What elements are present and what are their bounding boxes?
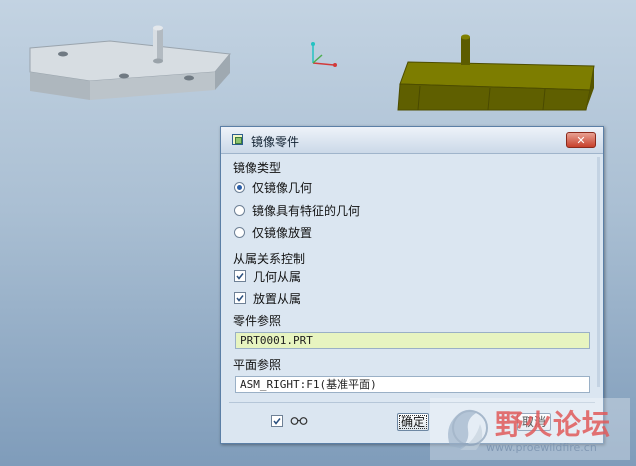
option-label: 仅镜像放置	[252, 225, 313, 240]
radio-checked-icon[interactable]	[234, 181, 245, 193]
watermark-url: www.proewildfire.cn	[486, 441, 597, 454]
radio-mirror-geometry-only[interactable]: 仅镜像几何	[234, 179, 312, 195]
checkbox-checked-icon[interactable]	[234, 292, 246, 304]
option-label: 放置从属	[253, 291, 302, 306]
axis-triad-icon	[311, 42, 337, 67]
checkbox-geometry-dependent[interactable]: 几何从属	[234, 268, 301, 284]
checkbox-placement-dependent[interactable]: 放置从属	[234, 290, 301, 306]
plane-reference-field[interactable]: ASM_RIGHT:F1(基准平面)	[235, 376, 590, 393]
mirrored-part[interactable]	[397, 34, 595, 111]
option-label: 仅镜像几何	[252, 180, 313, 195]
watermark-title: 野火论坛	[495, 408, 612, 441]
dependency-control-label: 从属关系控制	[233, 252, 306, 266]
radio-mirror-placement-only[interactable]: 仅镜像放置	[234, 224, 312, 240]
checkbox-checked-icon[interactable]	[271, 415, 283, 427]
part-reference-label: 零件参照	[233, 314, 282, 328]
ok-button[interactable]: 确定	[397, 413, 429, 431]
option-label: 镜像具有特征的几何	[252, 203, 361, 218]
preview-toggle[interactable]	[271, 415, 308, 427]
plane-reference-label: 平面参照	[233, 358, 282, 372]
part-icon	[232, 134, 243, 145]
scrollbar[interactable]	[597, 157, 600, 387]
dialog-title: 镜像零件	[251, 135, 300, 149]
glasses-icon	[290, 417, 308, 425]
radio-unchecked-icon[interactable]	[234, 226, 245, 238]
original-part[interactable]	[29, 25, 231, 101]
mirror-type-label: 镜像类型	[233, 161, 282, 175]
radio-unchecked-icon[interactable]	[234, 204, 245, 216]
option-label: 几何从属	[253, 269, 302, 284]
dialog-titlebar[interactable]: 镜像零件 ✕	[221, 127, 603, 154]
close-button[interactable]: ✕	[566, 132, 596, 148]
radio-mirror-with-features[interactable]: 镜像具有特征的几何	[234, 202, 360, 218]
checkbox-checked-icon[interactable]	[234, 270, 246, 282]
part-reference-field[interactable]: PRT0001.PRT	[235, 332, 590, 349]
mirror-part-dialog: 镜像零件 ✕ 镜像类型 仅镜像几何 镜像具有特征的几何 仅镜像放置 从属关系控制…	[220, 126, 604, 444]
